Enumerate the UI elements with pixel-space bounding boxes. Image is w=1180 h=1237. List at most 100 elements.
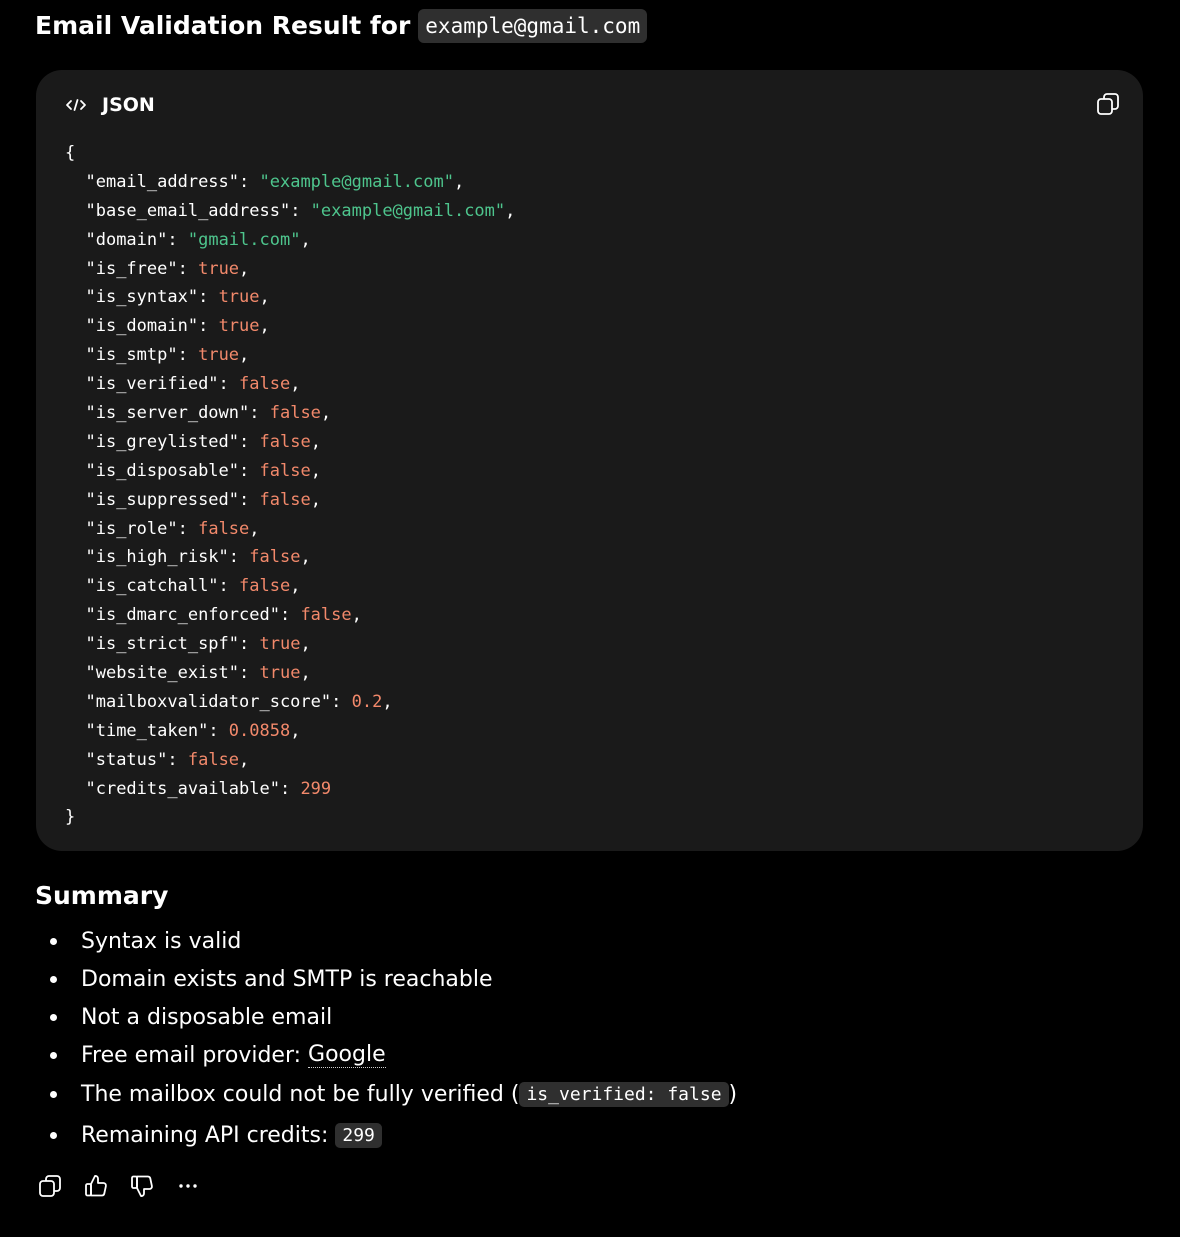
code-language-label: JSON	[102, 94, 155, 116]
bullet	[50, 1091, 57, 1098]
json-key: "is_disposable"	[85, 460, 240, 481]
response-heading: Email Validation Result for example@gmai…	[35, 8, 648, 44]
json-line: "is_catchall": false,	[65, 572, 515, 601]
summary-heading: Summary	[35, 881, 169, 910]
json-comma: ,	[290, 576, 301, 597]
json-line: "website_exist": true,	[65, 659, 515, 688]
json-value: true	[259, 663, 301, 684]
json-value: false	[239, 374, 291, 395]
json-line: "mailboxvalidator_score": 0.2,	[65, 688, 515, 717]
json-line: "is_high_risk": false,	[65, 543, 515, 572]
json-value: false	[269, 403, 321, 424]
json-colon: :	[239, 171, 260, 192]
summary-item-text: Free email provider:	[81, 1042, 309, 1068]
json-comma: ,	[300, 547, 311, 568]
json-line: "is_smtp": true,	[65, 341, 515, 370]
summary-item-text: )	[728, 1081, 738, 1107]
json-value: true	[198, 345, 240, 366]
json-comma: ,	[505, 200, 516, 221]
copy-code-button[interactable]	[1095, 91, 1121, 117]
bad-response-button[interactable]	[128, 1174, 156, 1202]
json-key: "is_strict_spf"	[85, 634, 240, 655]
json-comma: ,	[249, 518, 260, 539]
json-key: "time_taken"	[85, 720, 209, 741]
json-line: "is_free": true,	[65, 255, 515, 284]
inline-code: 299	[335, 1122, 382, 1148]
json-value: 299	[300, 778, 332, 799]
json-value: 0.2	[351, 691, 383, 712]
summary-item-text: Domain exists and SMTP is reachable	[81, 966, 493, 992]
json-key: "domain"	[85, 229, 168, 250]
copy-icon	[37, 1173, 63, 1203]
json-line: "is_dmarc_enforced": false,	[65, 601, 515, 630]
summary-item: Domain exists and SMTP is reachable	[35, 960, 737, 998]
json-colon: :	[198, 316, 219, 337]
json-comma: ,	[351, 605, 362, 626]
good-response-button[interactable]	[82, 1174, 110, 1202]
bullet	[50, 1132, 57, 1139]
bullet	[50, 976, 57, 983]
summary-item: Not a disposable email	[35, 998, 737, 1036]
json-colon: :	[218, 374, 240, 395]
json-colon: :	[167, 749, 188, 770]
json-value: false	[259, 460, 311, 481]
json-value: false	[300, 605, 352, 626]
json-key: "is_server_down"	[85, 403, 250, 424]
json-value: "example@gmail.com"	[310, 200, 506, 221]
summary-item-text: Remaining API credits:	[81, 1122, 336, 1148]
google-link[interactable]: Google	[308, 1042, 386, 1068]
code-icon	[64, 93, 88, 117]
json-colon: :	[331, 691, 352, 712]
json-comma: ,	[310, 489, 321, 510]
message-actions	[36, 1174, 220, 1202]
json-line: "is_greylisted": false,	[65, 428, 515, 457]
json-key: "is_syntax"	[85, 287, 199, 308]
json-key: "is_free"	[85, 258, 178, 279]
json-comma: ,	[239, 345, 250, 366]
thumbs-up-icon	[83, 1173, 109, 1203]
copy-message-button[interactable]	[36, 1174, 64, 1202]
json-comma: ,	[310, 460, 321, 481]
json-comma: ,	[290, 374, 301, 395]
json-comma: ,	[310, 431, 321, 452]
json-comma: ,	[259, 287, 270, 308]
json-line: "domain": "gmail.com",	[65, 226, 515, 255]
json-line: "is_strict_spf": true,	[65, 630, 515, 659]
json-colon: :	[279, 778, 301, 799]
json-key: "is_role"	[85, 518, 178, 539]
json-key: "website_exist"	[85, 663, 240, 684]
json-colon: :	[239, 489, 260, 510]
json-colon: :	[239, 634, 260, 655]
json-value: false	[239, 576, 291, 597]
json-line: "is_syntax": true,	[65, 283, 515, 312]
json-key: "credits_available"	[85, 778, 280, 799]
json-colon: :	[208, 720, 229, 741]
json-comma: ,	[239, 749, 250, 770]
json-line: "base_email_address": "example@gmail.com…	[65, 197, 515, 226]
thumbs-down-icon	[129, 1173, 155, 1203]
json-value: false	[198, 518, 250, 539]
json-colon: :	[218, 576, 240, 597]
json-comma: ,	[259, 316, 270, 337]
json-colon: :	[167, 229, 188, 250]
chat-response: Email Validation Result for example@gmai…	[0, 0, 1180, 1237]
more-actions-button[interactable]	[174, 1174, 202, 1202]
json-colon: :	[239, 431, 260, 452]
json-colon: :	[249, 403, 270, 424]
json-value: "example@gmail.com"	[259, 171, 454, 192]
